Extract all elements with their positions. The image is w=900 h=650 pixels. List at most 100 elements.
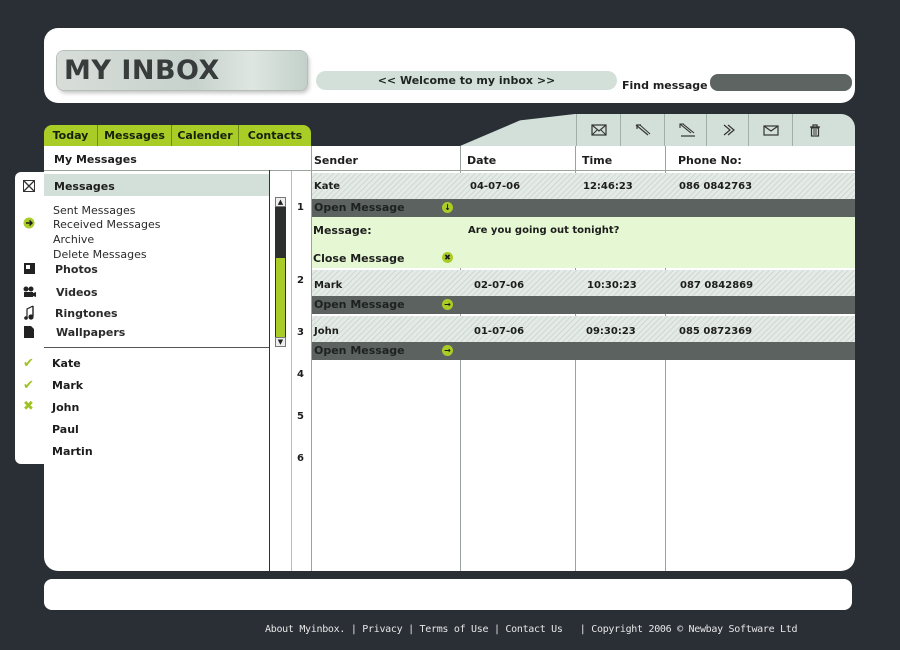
new-message-icon — [763, 124, 779, 136]
column-header-sender[interactable]: Sender — [314, 154, 358, 167]
delete-button[interactable] — [792, 114, 837, 146]
column-header-time[interactable]: Time — [582, 154, 612, 167]
contact-item[interactable]: Kate — [52, 357, 81, 370]
logo: MY INBOX — [57, 51, 307, 90]
scroll-up-icon[interactable]: ▲ — [275, 197, 286, 207]
envelope-icon — [591, 124, 607, 136]
row-sender: John — [314, 326, 339, 337]
check-icon: ✔ — [23, 356, 34, 371]
open-message-bar[interactable]: Open Message — [312, 199, 855, 217]
folder-archive[interactable]: Archive — [53, 233, 94, 246]
contact-item[interactable]: Martin — [52, 445, 93, 458]
trash-icon — [810, 123, 820, 137]
section-title: My Messages — [54, 153, 137, 166]
wallpaper-icon — [24, 326, 34, 341]
footer-bar — [44, 579, 852, 610]
footer-separator: | — [568, 624, 586, 635]
message-label: Message: — [313, 224, 372, 237]
footer-links: About Myinbox. | Privacy | Terms of Use … — [265, 624, 798, 635]
contact-item[interactable]: Paul — [52, 423, 79, 436]
forward-icon — [723, 124, 735, 136]
scroll-down-icon[interactable]: ▼ — [275, 337, 286, 347]
open-message-label: Open Message — [314, 344, 405, 357]
arrow-right-icon[interactable]: → — [442, 345, 453, 356]
open-message-bar[interactable]: Open Message — [312, 296, 855, 314]
row-number: 6 — [297, 453, 304, 464]
reply-all-button[interactable] — [664, 114, 709, 146]
row-number: 5 — [297, 411, 304, 422]
find-message-label: Find message — [622, 79, 708, 92]
message-text: Are you going out tonight? — [468, 225, 620, 236]
divider — [44, 347, 269, 348]
row-time: 10:30:23 — [587, 280, 637, 291]
reply-icon — [635, 124, 651, 136]
row-phone: 085 0872369 — [679, 326, 753, 337]
row-number: 2 — [297, 275, 304, 286]
forward-button[interactable] — [706, 114, 751, 146]
open-message-label: Open Message — [314, 298, 405, 311]
table-row[interactable] — [312, 316, 855, 342]
tab-calender[interactable]: Calender — [172, 125, 239, 146]
arrow-circle-icon[interactable] — [23, 217, 35, 232]
tab-contacts[interactable]: Contacts — [239, 125, 311, 146]
footer-separator: | — [493, 624, 500, 635]
arrow-right-icon[interactable]: → — [442, 299, 453, 310]
footer-contact-link[interactable]: Contact Us — [505, 624, 563, 635]
footer-privacy-link[interactable]: Privacy — [362, 624, 402, 635]
tab-today[interactable]: Today — [44, 125, 98, 146]
close-message-button[interactable]: Close Message — [313, 252, 405, 265]
open-message-bar[interactable]: Open Message — [312, 342, 855, 360]
row-sender: Kate — [314, 181, 341, 192]
row-number: 4 — [297, 369, 304, 380]
tab-messages[interactable]: Messages — [98, 125, 172, 146]
welcome-banner: << Welcome to my inbox >> — [316, 71, 617, 90]
row-number: 3 — [297, 327, 304, 338]
table-row[interactable] — [312, 270, 855, 296]
row-date: 02-07-06 — [474, 280, 525, 291]
reply-button[interactable] — [620, 114, 665, 146]
close-icon[interactable]: ✖ — [442, 252, 453, 263]
reply-all-icon — [679, 123, 695, 137]
row-time: 09:30:23 — [586, 326, 636, 337]
new-message-button[interactable] — [748, 114, 793, 146]
row-time: 12:46:23 — [583, 181, 633, 192]
divider — [269, 170, 270, 571]
divider — [291, 170, 855, 171]
logo-text: MY INBOX — [64, 55, 220, 86]
mail-icon[interactable] — [23, 180, 35, 195]
media-ringtones[interactable]: Ringtones — [55, 307, 118, 320]
photo-icon — [24, 263, 35, 277]
video-icon — [23, 286, 36, 300]
row-date: 01-07-06 — [474, 326, 525, 337]
row-phone: 087 0842869 — [680, 280, 754, 291]
divider — [44, 170, 312, 171]
messages-header-label: Messages — [54, 180, 115, 193]
media-videos[interactable]: Videos — [56, 286, 98, 299]
folder-delete[interactable]: Delete Messages — [53, 248, 147, 261]
folder-received[interactable]: Received Messages — [53, 218, 161, 231]
scrollbar-thumb[interactable] — [276, 258, 285, 338]
folder-sent[interactable]: Sent Messages — [53, 204, 135, 217]
find-message-input[interactable] — [710, 74, 852, 91]
envelope-button[interactable] — [576, 114, 621, 146]
column-header-phone[interactable]: Phone No: — [678, 154, 742, 167]
media-wallpapers[interactable]: Wallpapers — [56, 326, 125, 339]
row-sender: Mark — [314, 280, 343, 291]
row-date: 04-07-06 — [470, 181, 521, 192]
contact-item[interactable]: John — [52, 401, 79, 414]
cross-icon: ✖ — [23, 399, 34, 414]
check-icon: ✔ — [23, 378, 34, 393]
arrow-down-icon[interactable]: ↓ — [442, 202, 453, 213]
footer-copyright: Copyright 2006 © Newbay Software Ltd — [591, 624, 798, 635]
row-phone: 086 0842763 — [679, 181, 753, 192]
media-photos[interactable]: Photos — [55, 263, 98, 276]
footer-separator: | — [408, 624, 414, 635]
footer-about-link[interactable]: About Myinbox. — [265, 624, 345, 635]
divider — [291, 170, 292, 571]
messages-header[interactable]: Messages — [44, 174, 269, 196]
contact-item[interactable]: Mark — [52, 379, 83, 392]
column-header-date[interactable]: Date — [467, 154, 496, 167]
open-message-label: Open Message — [314, 201, 405, 214]
footer-terms-link[interactable]: Terms of Use — [420, 624, 489, 635]
ringtone-icon — [24, 305, 36, 323]
